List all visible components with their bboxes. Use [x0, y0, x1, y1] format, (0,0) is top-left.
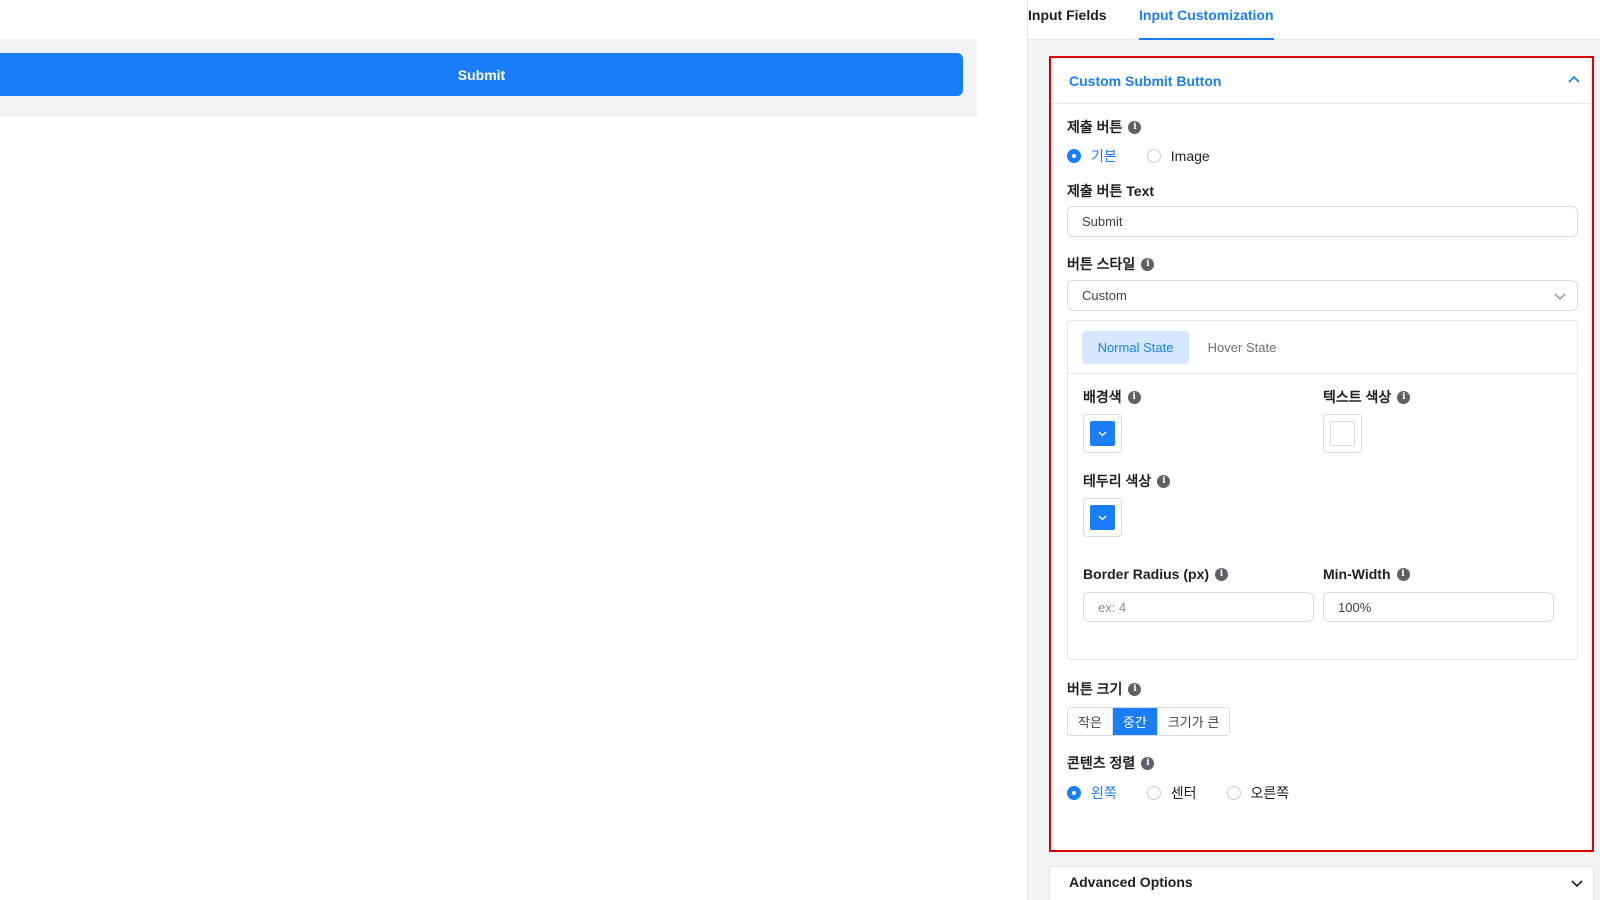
min-width-input[interactable]: 100% — [1323, 592, 1554, 622]
min-width-label-text: Min-Width — [1323, 566, 1391, 582]
tab-input-customization[interactable]: Input Customization — [1139, 0, 1274, 40]
border-radius-label: Border Radius (px) i — [1083, 566, 1229, 582]
custom-submit-button-panel: Custom Submit Button 제출 버튼 i 기본 Image 제출… — [1049, 56, 1594, 852]
state-tabs: Normal State Hover State — [1068, 321, 1577, 374]
text-color-label: 텍스트 색상 i — [1323, 387, 1411, 407]
border-color-label: 테두리 색상 i — [1083, 471, 1171, 491]
background-color-label-text: 배경색 — [1083, 389, 1122, 405]
min-width-label: Min-Width i — [1323, 566, 1410, 582]
border-radius-input[interactable]: ex: 4 — [1083, 592, 1314, 622]
chevron-up-icon[interactable] — [1566, 72, 1582, 88]
submit-preview-button[interactable]: Submit — [0, 53, 963, 96]
settings-sidebar: Input Fields Input Customization Custom … — [1027, 0, 1600, 900]
radio-dot — [1067, 149, 1081, 163]
submit-button-type-options: 기본 Image — [1067, 146, 1240, 166]
button-size-label-text: 버튼 크기 — [1067, 681, 1123, 697]
radio-dot — [1146, 149, 1161, 163]
info-icon[interactable]: i — [1157, 474, 1171, 488]
panel-header[interactable]: Custom Submit Button — [1051, 58, 1592, 104]
border-color-swatch — [1090, 505, 1115, 530]
radio-label: Image — [1170, 148, 1210, 164]
border-color-picker[interactable] — [1083, 498, 1122, 537]
button-size-selector: 작은 중간 크기가 큰 — [1067, 707, 1231, 736]
chevron-down-icon — [1098, 431, 1107, 437]
button-style-select[interactable]: Custom — [1067, 280, 1578, 311]
button-text-label: 제출 버튼 Text — [1067, 181, 1154, 201]
border-radius-label-text: Border Radius (px) — [1083, 566, 1210, 582]
info-icon[interactable]: i — [1127, 390, 1141, 404]
radio-dot — [1226, 786, 1241, 800]
submit-button-type-text: 제출 버튼 — [1067, 119, 1123, 135]
button-size-label: 버튼 크기 i — [1067, 679, 1142, 699]
radio-align-left[interactable]: 왼쪽 — [1067, 783, 1117, 803]
info-icon[interactable]: i — [1215, 567, 1229, 581]
background-color-swatch — [1090, 421, 1115, 446]
submit-button-type-label: 제출 버튼 i — [1067, 117, 1142, 137]
text-color-swatch — [1330, 421, 1355, 446]
button-style-label-text: 버튼 스타일 — [1067, 256, 1136, 272]
button-text-label-text: 제출 버튼 Text — [1067, 183, 1155, 199]
tab-normal-state[interactable]: Normal State — [1082, 331, 1189, 364]
sidebar-tabs: Input Fields Input Customization — [1028, 0, 1600, 40]
background-color-label: 배경색 i — [1083, 387, 1141, 407]
button-style-selected: Custom — [1082, 288, 1127, 303]
size-option-medium[interactable]: 중간 — [1112, 708, 1158, 735]
content-align-options: 왼쪽 센터 오른쪽 — [1067, 783, 1319, 803]
border-color-label-text: 테두리 색상 — [1083, 473, 1152, 489]
size-option-small[interactable]: 작은 — [1068, 708, 1113, 735]
info-icon[interactable]: i — [1128, 120, 1142, 134]
radio-label: 센터 — [1170, 785, 1197, 801]
chevron-down-icon — [1554, 293, 1566, 300]
info-icon[interactable]: i — [1141, 756, 1155, 770]
info-icon[interactable]: i — [1141, 257, 1155, 271]
form-preview-canvas: Submit — [0, 0, 1027, 900]
chevron-down-icon[interactable] — [1569, 875, 1585, 891]
info-icon[interactable]: i — [1128, 682, 1142, 696]
radio-dot — [1146, 786, 1161, 800]
radio-label: 오른쪽 — [1250, 785, 1290, 801]
radio-default[interactable]: 기본 — [1067, 146, 1117, 166]
background-color-picker[interactable] — [1083, 414, 1122, 453]
radio-label: 왼쪽 — [1091, 785, 1117, 801]
size-option-large[interactable]: 크기가 큰 — [1157, 708, 1230, 735]
advanced-options-header[interactable]: Advanced Options — [1049, 866, 1594, 900]
text-color-picker[interactable] — [1323, 414, 1362, 453]
radio-label: 기본 — [1091, 148, 1117, 164]
button-style-label: 버튼 스타일 i — [1067, 254, 1155, 274]
info-icon[interactable]: i — [1397, 390, 1411, 404]
radio-align-right[interactable]: 오른쪽 — [1226, 783, 1290, 803]
chevron-down-icon — [1098, 515, 1107, 521]
radio-dot — [1067, 786, 1081, 800]
tab-input-fields[interactable]: Input Fields — [1028, 0, 1107, 40]
text-color-label-text: 텍스트 색상 — [1323, 389, 1392, 405]
content-align-label: 콘텐츠 정렬 i — [1067, 753, 1155, 773]
radio-align-center[interactable]: 센터 — [1146, 783, 1197, 803]
info-icon[interactable]: i — [1396, 567, 1410, 581]
button-text-input[interactable]: Submit — [1067, 206, 1578, 237]
radio-image[interactable]: Image — [1146, 148, 1210, 164]
submit-preview-container: Submit — [0, 39, 977, 117]
tab-hover-state[interactable]: Hover State — [1192, 331, 1292, 364]
advanced-options-title: Advanced Options — [1069, 874, 1193, 890]
content-align-label-text: 콘텐츠 정렬 — [1067, 755, 1136, 771]
panel-title: Custom Submit Button — [1069, 72, 1222, 89]
state-settings-box: Normal State Hover State 배경색 i 텍스트 색상 i … — [1067, 320, 1578, 660]
